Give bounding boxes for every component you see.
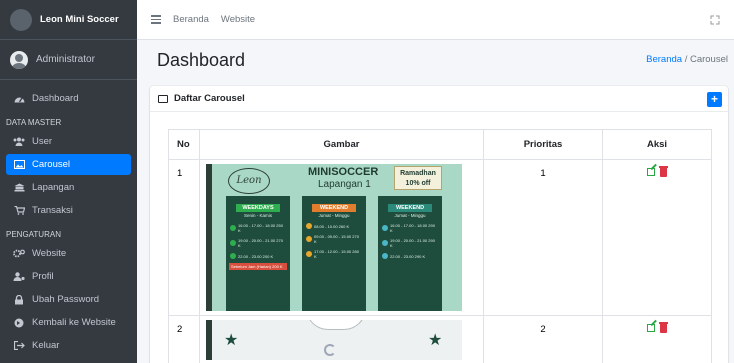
lock-icon <box>12 294 26 305</box>
sidebar-item-label: Ubah Password <box>32 294 100 305</box>
sidebar-item-label: Carousel <box>32 159 71 170</box>
banner-subtitle: Lapangan 1 <box>318 179 371 190</box>
cart-icon <box>12 206 26 215</box>
cell-gambar: Leon MINISOCCER Lapangan 1 Ramadhan 10% … <box>199 159 484 316</box>
add-carousel-button[interactable]: + <box>707 92 722 107</box>
avatar <box>10 50 28 69</box>
sidebar-item-label: Transaksi <box>32 205 73 216</box>
cell-prioritas: 2 <box>483 315 603 363</box>
arch-shape <box>306 320 366 330</box>
globe-icon <box>12 318 26 328</box>
page-title: Dashboard <box>157 50 246 70</box>
trash-icon[interactable] <box>659 166 668 177</box>
sidebar-item-label: User <box>32 136 53 147</box>
nav-link-beranda[interactable]: Beranda <box>173 14 209 25</box>
sidebar-item-label: Kembali ke Website <box>32 317 116 328</box>
price-panel: WEEKEND Jumat - Minggu 16.00 - 17.00 - 1… <box>378 196 442 311</box>
hamburger-icon[interactable] <box>151 15 161 24</box>
carousel-image[interactable]: ★ ★ <box>206 320 462 360</box>
star-icon: ★ <box>428 332 443 349</box>
cell-no: 2 <box>168 315 200 363</box>
sidebar-item-keluar[interactable]: Keluar <box>6 335 131 356</box>
users-icon <box>12 137 26 146</box>
column-header-gambar: Gambar <box>199 129 484 160</box>
sidebar-nav: Dashboard DATA MASTER User Carousel Lapa… <box>0 80 137 356</box>
star-icon: ★ <box>224 332 239 349</box>
card-title: Daftar Carousel <box>174 93 245 104</box>
sidebar-item-label: Lapangan <box>32 182 75 193</box>
landmark-icon <box>12 183 26 192</box>
sidebar-item-ubah-password[interactable]: Ubah Password <box>6 289 131 310</box>
edit-icon[interactable] <box>647 168 655 176</box>
cell-prioritas: 1 <box>483 159 603 316</box>
nav-link-website[interactable]: Website <box>221 14 255 25</box>
trash-icon[interactable] <box>659 322 668 333</box>
carousel-table: No Gambar Prioritas Aksi 1 Leon MINISOCC… <box>168 129 712 363</box>
breadcrumb-separator: / <box>684 54 688 65</box>
sidebar-item-carousel[interactable]: Carousel <box>6 154 131 175</box>
nav-header-pengaturan: PENGATURAN <box>6 229 61 239</box>
breadcrumb-current: Carousel <box>689 54 728 65</box>
top-navbar: Beranda Website <box>137 0 734 40</box>
table-header-row: No Gambar Prioritas Aksi <box>168 129 712 160</box>
sidebar: Leon Mini Soccer Administrator Dashboard… <box>0 0 137 363</box>
sidebar-item-label: Profil <box>32 271 54 282</box>
image-icon <box>158 94 168 103</box>
card-header: Daftar Carousel <box>150 86 728 112</box>
breadcrumb-home-link[interactable]: Beranda <box>646 54 682 65</box>
column-header-prioritas: Prioritas <box>483 129 603 160</box>
cell-no: 1 <box>168 159 200 316</box>
column-header-no: No <box>168 129 200 160</box>
brand-name: Leon Mini Soccer <box>40 14 119 25</box>
user-panel[interactable]: Administrator <box>0 40 137 80</box>
fullscreen-icon[interactable] <box>710 15 720 25</box>
brand[interactable]: Leon Mini Soccer <box>0 0 137 40</box>
sidebar-item-label: Website <box>32 248 67 259</box>
sidebar-item-label: Keluar <box>32 340 60 351</box>
nav-header-data-master: DATA MASTER <box>6 117 62 127</box>
promo-badge: Ramadhan 10% off <box>394 166 442 190</box>
logout-icon <box>12 341 26 350</box>
tachometer-icon <box>12 94 26 103</box>
price-panel: WEEKDAYS Senin - Kamis 16.00 - 17.00 - 1… <box>226 196 290 311</box>
sidebar-item-user[interactable]: User <box>6 131 131 152</box>
price-panel: WEEKEND Jumat - Minggu 08.00 - 10.00 260… <box>302 196 366 311</box>
sidebar-item-kembali-ke-website[interactable]: Kembali ke Website <box>6 312 131 333</box>
table-row: 1 Leon MINISOCCER Lapangan 1 Ramadhan 10… <box>168 159 712 316</box>
sidebar-item-dashboard[interactable]: Dashboard <box>6 88 131 109</box>
carousel-image[interactable]: Leon MINISOCCER Lapangan 1 Ramadhan 10% … <box>206 164 462 311</box>
moon-icon <box>324 344 336 356</box>
sidebar-item-transaksi[interactable]: Transaksi <box>6 200 131 221</box>
cell-aksi <box>602 315 712 363</box>
cell-gambar: ★ ★ <box>199 315 484 363</box>
sidebar-item-website[interactable]: Website <box>6 243 131 264</box>
cell-aksi <box>602 159 712 316</box>
leon-logo: Leon <box>228 168 270 194</box>
brand-logo <box>10 8 32 31</box>
sidebar-item-lapangan[interactable]: Lapangan <box>6 177 131 198</box>
banner-title: MINISOCCER <box>308 166 379 178</box>
carousel-card: Daftar Carousel + No Gambar Prioritas Ak… <box>150 86 728 363</box>
image-icon <box>12 160 26 169</box>
user-name: Administrator <box>36 54 95 65</box>
sidebar-item-profil[interactable]: Profil <box>6 266 131 287</box>
column-header-aksi: Aksi <box>602 129 712 160</box>
breadcrumb: Beranda / Carousel <box>646 54 728 65</box>
sidebar-item-label: Dashboard <box>32 93 79 104</box>
user-cog-icon <box>12 272 26 281</box>
table-row: 2 ★ ★ 2 <box>168 315 712 363</box>
gears-icon <box>12 249 26 258</box>
edit-icon[interactable] <box>647 324 655 332</box>
